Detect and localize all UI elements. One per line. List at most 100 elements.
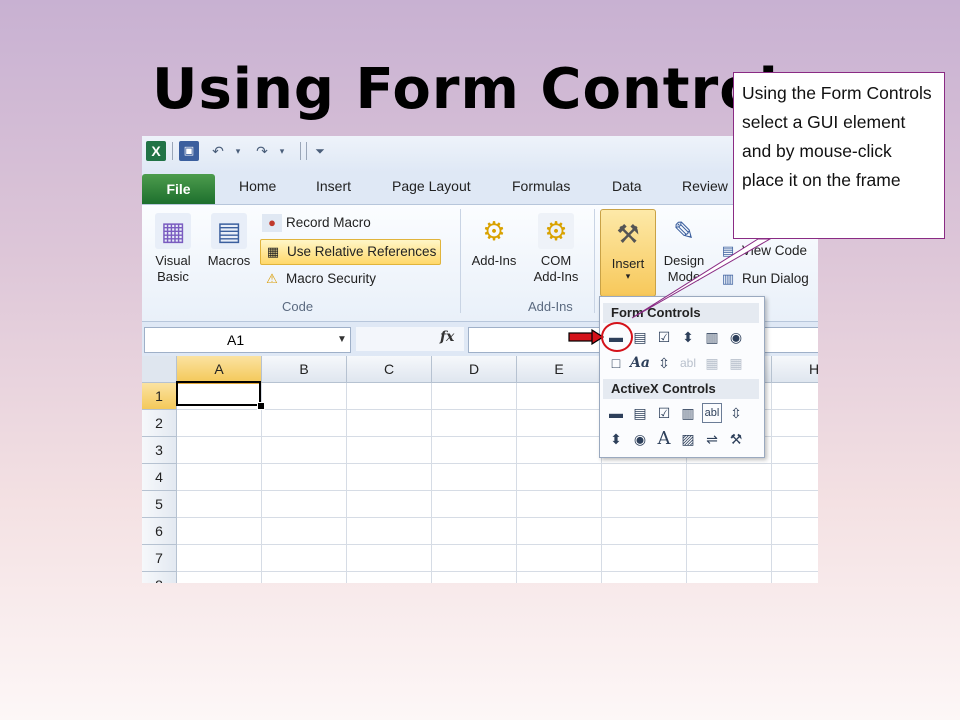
- slide-title: Using Form Controls: [152, 57, 814, 122]
- column-header[interactable]: H: [772, 356, 818, 383]
- row-header[interactable]: 5: [142, 491, 177, 518]
- com-add-ins-button[interactable]: ⚙ COM Add-Ins: [526, 213, 586, 285]
- quick-access-toolbar: X ▣ ↶ ▾ ↷ ▾ ⏷: [142, 136, 818, 172]
- grid-line: [177, 463, 818, 464]
- undo-icon[interactable]: ↶: [208, 141, 228, 161]
- grid-line: [261, 383, 262, 583]
- com-add-ins-icon: ⚙: [538, 213, 574, 249]
- chevron-down-icon: ▾: [625, 271, 631, 281]
- tab-data[interactable]: Data: [612, 178, 642, 194]
- view-code-label: View Code: [742, 243, 808, 258]
- selected-cell-a1[interactable]: [176, 381, 261, 406]
- macro-security-button[interactable]: ⚠ Macro Security: [260, 267, 376, 291]
- column-header[interactable]: A: [177, 356, 262, 384]
- scroll-bar-control-icon[interactable]: ⇳: [654, 353, 674, 373]
- row-header[interactable]: 8: [142, 572, 177, 583]
- macro-security-label: Macro Security: [286, 271, 377, 286]
- visual-basic-button[interactable]: ▦ Visual Basic: [148, 213, 198, 285]
- toolbar-separator: [306, 142, 307, 160]
- group-label-code: Code: [282, 299, 314, 314]
- select-all-corner[interactable]: [142, 356, 177, 383]
- row-header[interactable]: 3: [142, 437, 177, 464]
- com-add-ins-label: COM Add-Ins: [533, 253, 579, 284]
- tab-file[interactable]: File: [142, 174, 215, 204]
- use-relative-references-button[interactable]: ▦ Use Relative References: [260, 239, 442, 265]
- function-icon[interactable]: fx: [440, 329, 454, 345]
- record-macro-label: Record Macro: [286, 215, 371, 230]
- group-label-add-ins: Add-Ins: [528, 299, 573, 314]
- save-icon[interactable]: ▣: [179, 141, 199, 161]
- add-ins-button[interactable]: ⚙ Add-Ins: [466, 213, 522, 269]
- formula-buttons: fx: [356, 327, 464, 351]
- combo-dropdown-edit-control-icon: ▦: [729, 355, 743, 371]
- option-button-activex-icon[interactable]: ◉: [630, 429, 650, 449]
- combo-box-control-icon[interactable]: ▤: [630, 327, 650, 347]
- excel-app-icon[interactable]: X: [146, 141, 166, 161]
- toggle-button-activex-icon[interactable]: ⇌: [702, 429, 722, 449]
- design-mode-label: Design Mode: [663, 253, 705, 284]
- option-button-control-icon[interactable]: ◉: [726, 327, 746, 347]
- checkbox-activex-icon[interactable]: ☑: [654, 403, 674, 423]
- callout-box: Using the Form Controls select a GUI ele…: [733, 72, 945, 239]
- visual-basic-label: Visual Basic: [155, 253, 191, 284]
- tab-page-layout[interactable]: Page Layout: [392, 178, 471, 194]
- view-code-button[interactable]: ▤ View Code: [716, 239, 807, 263]
- column-header[interactable]: D: [432, 356, 517, 383]
- customize-toolbar-icon[interactable]: ⏷: [310, 141, 330, 161]
- row-header[interactable]: 6: [142, 518, 177, 545]
- use-relative-references-label: Use Relative References: [287, 244, 437, 259]
- macros-button[interactable]: ▤ Macros: [202, 213, 256, 269]
- spin-button-activex-icon[interactable]: ⬍: [606, 429, 626, 449]
- name-box-value: A1: [227, 332, 245, 348]
- warning-icon: ⚠: [266, 271, 278, 287]
- redo-dropdown-icon[interactable]: ▾: [272, 141, 292, 161]
- name-box[interactable]: A1 ▼: [144, 327, 351, 353]
- fill-handle[interactable]: [257, 402, 265, 410]
- list-box-activex-icon[interactable]: ▥: [678, 403, 698, 423]
- insert-controls-button[interactable]: ⚒ Insert ▾: [600, 209, 656, 297]
- add-ins-label: Add-Ins: [471, 253, 517, 268]
- list-box-control-icon[interactable]: ▥: [702, 327, 722, 347]
- undo-dropdown-icon[interactable]: ▾: [228, 141, 248, 161]
- row-header[interactable]: 4: [142, 464, 177, 491]
- tab-formulas[interactable]: Formulas: [512, 178, 570, 194]
- column-header[interactable]: C: [347, 356, 432, 383]
- toolbar-separator: [172, 142, 173, 160]
- spin-button-control-icon[interactable]: ⬍: [678, 327, 698, 347]
- image-activex-icon[interactable]: ▨: [678, 429, 698, 449]
- tab-home[interactable]: Home: [239, 178, 276, 194]
- text-box-activex-icon[interactable]: abl: [702, 403, 722, 423]
- view-code-icon: ▤: [721, 243, 735, 259]
- tab-insert[interactable]: Insert: [316, 178, 351, 194]
- label-control-icon[interactable]: Aa: [630, 353, 650, 373]
- checkbox-control-icon[interactable]: ☑: [654, 327, 674, 347]
- row-header[interactable]: 7: [142, 545, 177, 572]
- row-header[interactable]: 2: [142, 410, 177, 437]
- record-macro-button[interactable]: ● Record Macro: [260, 211, 371, 235]
- redo-icon[interactable]: ↷: [252, 141, 272, 161]
- tab-review[interactable]: Review: [682, 178, 728, 194]
- column-header[interactable]: B: [262, 356, 347, 383]
- visual-basic-icon: ▦: [155, 213, 191, 249]
- design-mode-button[interactable]: ✎ Design Mode: [658, 213, 710, 285]
- insert-controls-dropdown: Form Controls ▬ ▤ ☑ ⬍ ▥ ◉ □ Aa ⇳ abl ▦ ▦…: [599, 296, 765, 458]
- form-controls-header: Form Controls: [603, 303, 759, 323]
- insert-label: Insert: [611, 256, 645, 271]
- text-field-control-icon: abl: [679, 356, 696, 370]
- group-box-control-icon[interactable]: □: [606, 353, 626, 373]
- grid-line: [346, 383, 347, 583]
- run-dialog-button[interactable]: ▥ Run Dialog: [716, 267, 809, 291]
- combo-box-activex-icon[interactable]: ▤: [630, 403, 650, 423]
- column-header[interactable]: E: [517, 356, 602, 383]
- more-controls-activex-icon[interactable]: ⚒: [726, 429, 746, 449]
- label-activex-icon[interactable]: A: [654, 429, 674, 449]
- row-header[interactable]: 1: [142, 383, 177, 410]
- grid-line: [431, 383, 432, 583]
- command-button-activex-icon[interactable]: ▬: [606, 403, 626, 423]
- design-mode-icon: ✎: [673, 216, 695, 246]
- chevron-down-icon[interactable]: ▼: [337, 328, 347, 352]
- group-separator: [460, 209, 461, 313]
- grid-line: [177, 571, 818, 572]
- scroll-bar-activex-icon[interactable]: ⇳: [726, 403, 746, 423]
- macros-label: Macros: [207, 253, 251, 268]
